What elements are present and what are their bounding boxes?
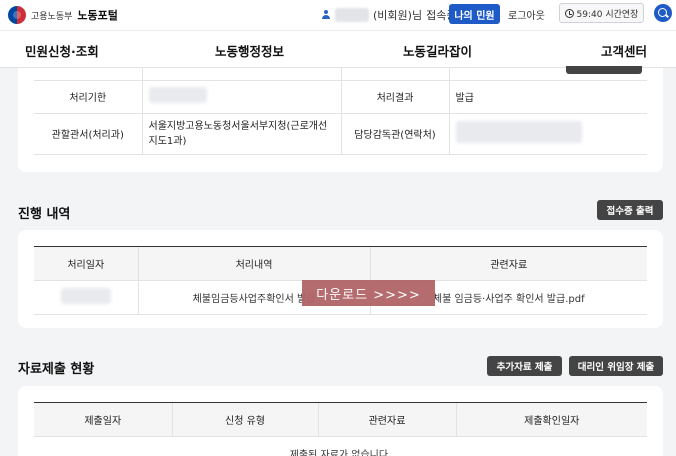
deadline-redacted [148, 87, 207, 103]
nav-item-customer-center[interactable]: 고객센터 [601, 41, 647, 60]
empty-message: 제출된 자료가 없습니다. [34, 436, 647, 456]
table-row: 제출된 자료가 없습니다. [34, 436, 647, 456]
taegeuk-logo-icon [8, 6, 26, 24]
ministry-logo[interactable]: 고용노동부 노동포털 [8, 6, 118, 24]
session-extend-button[interactable]: 59:40 시간연장 [559, 3, 644, 23]
progress-section-title: 진행 내역 [18, 207, 71, 222]
submission-card: 제출일자 신청 유형 관련자료 제출확인일자 제출된 자료가 없습니다. [18, 386, 663, 456]
nav-item-admin-info[interactable]: 노동행정정보 [215, 41, 284, 60]
inspector-label: 담당감독관(연락처) [340, 113, 449, 155]
date-redacted [60, 288, 111, 304]
add-material-button[interactable]: 추가자료 제출 [487, 356, 562, 376]
logo-ministry-text: 고용노동부 [31, 11, 73, 22]
office-value: 서울지방고용노동청서울서부지청(근로개선지도1과) [141, 113, 341, 155]
office-label: 관할관서(처리과) [34, 113, 142, 155]
nav-item-complaint[interactable]: 민원신청·조회 [25, 41, 99, 60]
search-icon[interactable] [654, 4, 672, 22]
logout-link[interactable]: 로그아웃 [508, 7, 545, 22]
progress-card: 처리일자 처리내역 관련자료 체불임금등사업주확인서 발급 체불 임금등·사업주… [18, 230, 663, 328]
download-banner[interactable]: 다운로드 >>>> [302, 280, 435, 306]
submission-table: 제출일자 신청 유형 관련자료 제출확인일자 제출된 자료가 없습니다. [34, 402, 647, 456]
deadline-value [141, 80, 341, 114]
complaint-detail-table: 처리기한 처리결과 발급 관할관서(처리과) 서울지방고용노동청서울서부지청(근… [34, 68, 647, 155]
user-icon [321, 10, 331, 20]
deadline-label: 처리기한 [34, 80, 142, 114]
print-receipt-button[interactable]: 접수증 출력 [597, 200, 663, 220]
main-nav: 민원신청·조회 노동행정정보 노동길라잡이 고객센터 [0, 30, 676, 68]
submission-col-type: 신청 유형 [171, 402, 318, 437]
clock-icon [564, 8, 574, 18]
progress-date-cell [34, 280, 138, 315]
progress-col-file: 관련자료 [369, 246, 647, 281]
submission-col-date: 제출일자 [34, 402, 172, 437]
delegate-letter-button[interactable]: 대리인 위임장 제출 [569, 356, 663, 376]
my-complaint-button[interactable]: 나의 민원 [449, 4, 500, 24]
complaint-detail-card: 처리기한 처리결과 발급 관할관서(처리과) 서울지방고용노동청서울서부지청(근… [18, 66, 663, 172]
submission-col-confirm-date: 제출확인일자 [455, 402, 647, 437]
session-extend-label: 59:40 시간연장 [576, 9, 639, 20]
user-suffix: (비회원)님 [373, 9, 423, 22]
inspector-redacted [455, 121, 582, 143]
nav-item-labor-guide[interactable]: 노동길라잡이 [403, 41, 472, 60]
inspector-value [448, 113, 647, 155]
user-name-redacted [335, 8, 369, 22]
progress-col-history: 처리내역 [137, 246, 370, 281]
result-value: 발급 [448, 80, 647, 114]
progress-col-date: 처리일자 [34, 246, 138, 281]
logo-portal-text: 노동포털 [77, 9, 118, 22]
result-label: 처리결과 [340, 80, 449, 114]
submission-section-title: 자료제출 현황 [18, 362, 95, 377]
submission-col-file: 관련자료 [317, 402, 456, 437]
top-header: 고용노동부 노동포털 (비회원)님 접속중 나의 민원 로그아웃 59:40 시… [0, 0, 676, 30]
user-status: (비회원)님 접속중 [321, 7, 456, 23]
